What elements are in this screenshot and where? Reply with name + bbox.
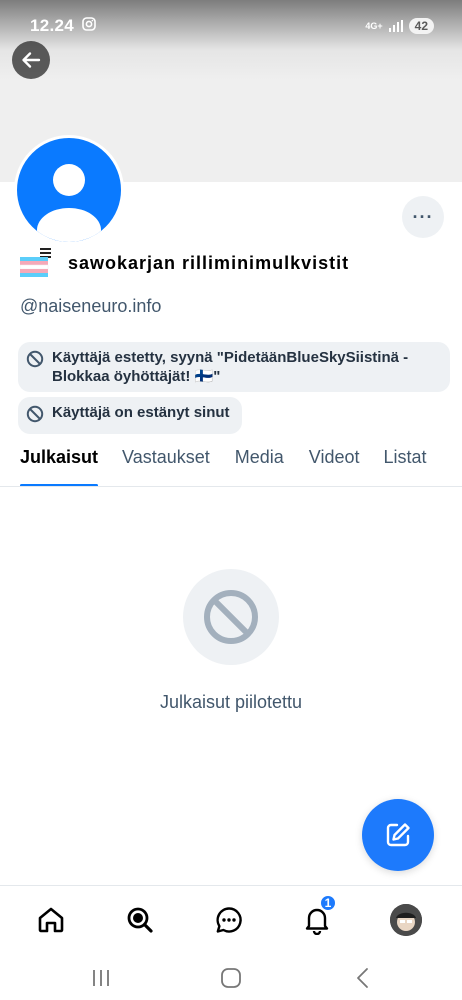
profile-avatar[interactable] (14, 135, 124, 245)
arrow-left-icon (22, 52, 41, 68)
tab-vastaukset[interactable]: Vastaukset (122, 435, 210, 486)
bottom-navigation: 1 (0, 885, 462, 955)
back-system-icon[interactable] (350, 955, 376, 1000)
recent-apps-icon[interactable] (88, 955, 114, 1000)
blocked-by-text: Käyttäjä on estänyt sinut (52, 404, 230, 421)
ban-icon (26, 350, 44, 373)
blocked-reason-chip[interactable]: Käyttäjä estetty, syynä "PidetäänBlueSky… (18, 342, 450, 392)
tab-videot[interactable]: Videot (309, 435, 360, 486)
trans-flag-icon (19, 248, 54, 278)
more-options-button[interactable]: ··· (402, 196, 444, 238)
user-avatar (390, 904, 422, 936)
nav-profile[interactable] (386, 900, 426, 940)
tab-media[interactable]: Media (235, 435, 284, 486)
compose-icon (386, 823, 410, 847)
ban-icon (204, 590, 258, 644)
empty-state-icon-container (183, 569, 279, 665)
signal-icon (388, 20, 403, 32)
system-navigation-bar (0, 955, 462, 1000)
tab-julkaisut[interactable]: Julkaisut (20, 435, 99, 486)
default-user-icon (37, 164, 101, 242)
notification-badge: 1 (319, 894, 337, 912)
user-handle: @naiseneuro.info (20, 296, 162, 316)
compose-post-button[interactable] (362, 799, 434, 871)
battery-indicator: 42 (408, 18, 434, 34)
home-icon (38, 907, 64, 933)
ban-icon (26, 405, 44, 428)
search-icon (127, 907, 153, 933)
display-name-row: sawokarjan rilliminimulkvistit (19, 248, 350, 278)
status-bar: 12.24 4G+ 42 (0, 0, 462, 52)
nav-home[interactable] (31, 900, 71, 940)
tab-listat[interactable]: Listat (384, 435, 427, 486)
chat-icon (216, 907, 242, 933)
network-type: 4G+ (365, 21, 383, 31)
instagram-icon (82, 16, 96, 36)
status-time: 12.24 (30, 16, 75, 35)
display-name: sawokarjan rilliminimulkvistit (68, 252, 350, 273)
profile-tabs: Julkaisut Vastaukset Media Videot Listat (0, 435, 462, 487)
home-system-icon[interactable] (218, 955, 244, 1000)
back-button[interactable] (12, 41, 50, 79)
nav-chat[interactable] (209, 900, 249, 940)
blocked-by-chip[interactable]: Käyttäjä on estänyt sinut (18, 397, 242, 434)
blocked-reason-text: Käyttäjä estetty, syynä "PidetäänBlueSky… (52, 349, 409, 385)
nav-search[interactable] (120, 900, 160, 940)
nav-notifications[interactable]: 1 (297, 894, 337, 940)
ellipsis-icon: ··· (412, 206, 434, 227)
empty-state-text: Julkaisut piilotettu (159, 692, 303, 712)
